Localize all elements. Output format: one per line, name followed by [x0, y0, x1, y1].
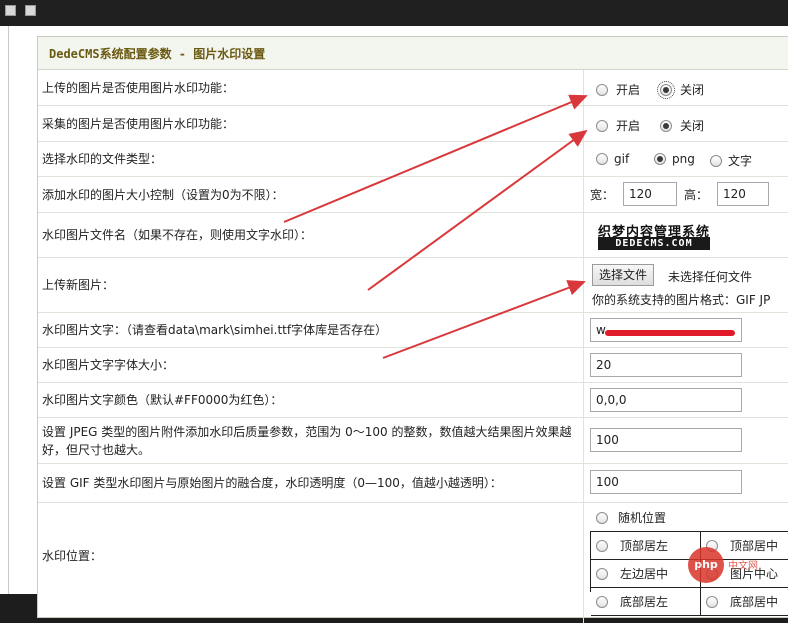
type-text[interactable]: 文字	[710, 152, 752, 169]
position-random[interactable]: 随机位置	[596, 509, 666, 526]
row-watermark-file: 水印图片文件名（如果不存在，则使用文字水印）： 织梦内容管理系统 DEDECMS…	[38, 213, 788, 258]
row-label: 上传新图片：	[38, 258, 584, 312]
radio-selected-icon[interactable]	[657, 80, 675, 99]
php-logo-icon: php	[688, 546, 724, 583]
type-png[interactable]: png	[654, 152, 695, 166]
frame-divider	[8, 26, 9, 594]
row-label: 水印图片文字字体大小：	[38, 348, 584, 382]
radio-icon[interactable]	[596, 119, 608, 132]
row-watermark-type: 选择水印的文件类型： gif png 文字	[38, 142, 788, 177]
window-titlebar	[0, 0, 788, 26]
watermark-logo-image: 织梦内容管理系统 DEDECMS.COM	[598, 225, 711, 250]
height-label: 高：	[684, 188, 709, 202]
row-label: 选择水印的文件类型：	[38, 142, 584, 176]
watermark-text-input[interactable]: w	[590, 318, 742, 342]
row-label: 添加水印的图片大小控制（设置为0为不限）：	[38, 177, 584, 212]
window-icon[interactable]	[5, 5, 16, 16]
radio-selected-icon[interactable]	[654, 153, 666, 165]
collect-watermark-off[interactable]: 关闭	[660, 117, 704, 134]
row-label: 设置 JPEG 类型的图片附件添加水印后质量参数，范围为 0～100 的整数，数…	[38, 418, 584, 463]
collect-watermark-on[interactable]: 开启	[596, 117, 640, 134]
row-label: 水印图片文字颜色（默认#FF0000为红色）：	[38, 383, 584, 417]
row-label: 水印图片文字：（请查看data\mark\simhei.ttf字体库是否存在）	[38, 313, 584, 347]
row-upload-image: 上传新图片： 选择文件 未选择任何文件 你的系统支持的图片格式：GIF JP	[38, 258, 788, 313]
font-size-input[interactable]: 20	[590, 353, 742, 377]
row-size-control: 添加水印的图片大小控制（设置为0为不限）： 宽： 120 高： 120	[38, 177, 788, 213]
row-label: 设置 GIF 类型水印图片与原始图片的融合度，水印透明度（0—100，值越小越透…	[38, 464, 584, 502]
radio-icon[interactable]	[596, 511, 608, 524]
site-watermark: php 中文网	[688, 535, 788, 594]
radio-selected-icon[interactable]	[660, 119, 672, 132]
row-watermark-text: 水印图片文字：（请查看data\mark\simhei.ttf字体库是否存在） …	[38, 313, 788, 348]
width-input[interactable]: 120	[623, 182, 677, 206]
row-label: 水印位置：	[38, 503, 584, 623]
radio-icon[interactable]	[596, 83, 608, 96]
radio-icon[interactable]	[596, 567, 608, 580]
choose-file-button[interactable]: 选择文件	[592, 264, 655, 286]
width-label: 宽：	[590, 188, 615, 202]
row-watermark-position: 水印位置： 随机位置 顶部居左 顶部居中 左边居中 图片中心 底部居左 底部居中	[38, 503, 788, 623]
row-font-size: 水印图片文字字体大小： 20	[38, 348, 788, 383]
upload-watermark-on[interactable]: 开启	[596, 81, 640, 98]
radio-icon[interactable]	[706, 595, 718, 608]
upload-watermark-off[interactable]: 关闭	[657, 80, 704, 99]
formats-note: 你的系统支持的图片格式：GIF JP	[592, 293, 771, 307]
window-icon-2[interactable]	[25, 5, 36, 16]
position-bottom-left[interactable]: 底部居左	[591, 588, 701, 616]
row-label: 采集的图片是否使用图片水印功能：	[38, 106, 584, 141]
panel-header: DedeCMS系统配置参数 - 图片水印设置	[38, 37, 788, 70]
row-label: 水印图片文件名（如果不存在，则使用文字水印）：	[38, 213, 584, 257]
jpeg-quality-input[interactable]: 100	[590, 428, 742, 452]
file-status: 未选择任何文件	[668, 270, 753, 284]
row-font-color: 水印图片文字颜色（默认#FF0000为红色）： 0,0,0	[38, 383, 788, 418]
row-gif-transparency: 设置 GIF 类型水印图片与原始图片的融合度，水印透明度（0—100，值越小越透…	[38, 464, 788, 503]
settings-panel: DedeCMS系统配置参数 - 图片水印设置 上传的图片是否使用图片水印功能： …	[37, 36, 788, 623]
type-gif[interactable]: gif	[596, 152, 629, 166]
radio-icon[interactable]	[710, 154, 722, 167]
position-left-center[interactable]: 左边居中	[591, 560, 701, 588]
position-top-left[interactable]: 顶部居左	[591, 532, 701, 560]
settings-page: DedeCMS系统配置参数 - 图片水印设置 上传的图片是否使用图片水印功能： …	[0, 26, 788, 623]
radio-icon[interactable]	[596, 153, 608, 165]
row-jpeg-quality: 设置 JPEG 类型的图片附件添加水印后质量参数，范围为 0～100 的整数，数…	[38, 418, 788, 464]
font-color-input[interactable]: 0,0,0	[590, 388, 742, 412]
row-label: 上传的图片是否使用图片水印功能：	[38, 70, 584, 105]
row-upload-watermark: 上传的图片是否使用图片水印功能： 开启 关闭	[38, 70, 788, 106]
row-collect-watermark: 采集的图片是否使用图片水印功能： 开启 关闭	[38, 106, 788, 142]
page-title: DedeCMS系统配置参数 - 图片水印设置	[49, 47, 266, 61]
redaction-mark	[605, 330, 735, 336]
gif-transparency-input[interactable]: 100	[590, 470, 742, 494]
radio-icon[interactable]	[596, 595, 608, 608]
radio-icon[interactable]	[596, 539, 608, 552]
height-input[interactable]: 120	[717, 182, 769, 206]
